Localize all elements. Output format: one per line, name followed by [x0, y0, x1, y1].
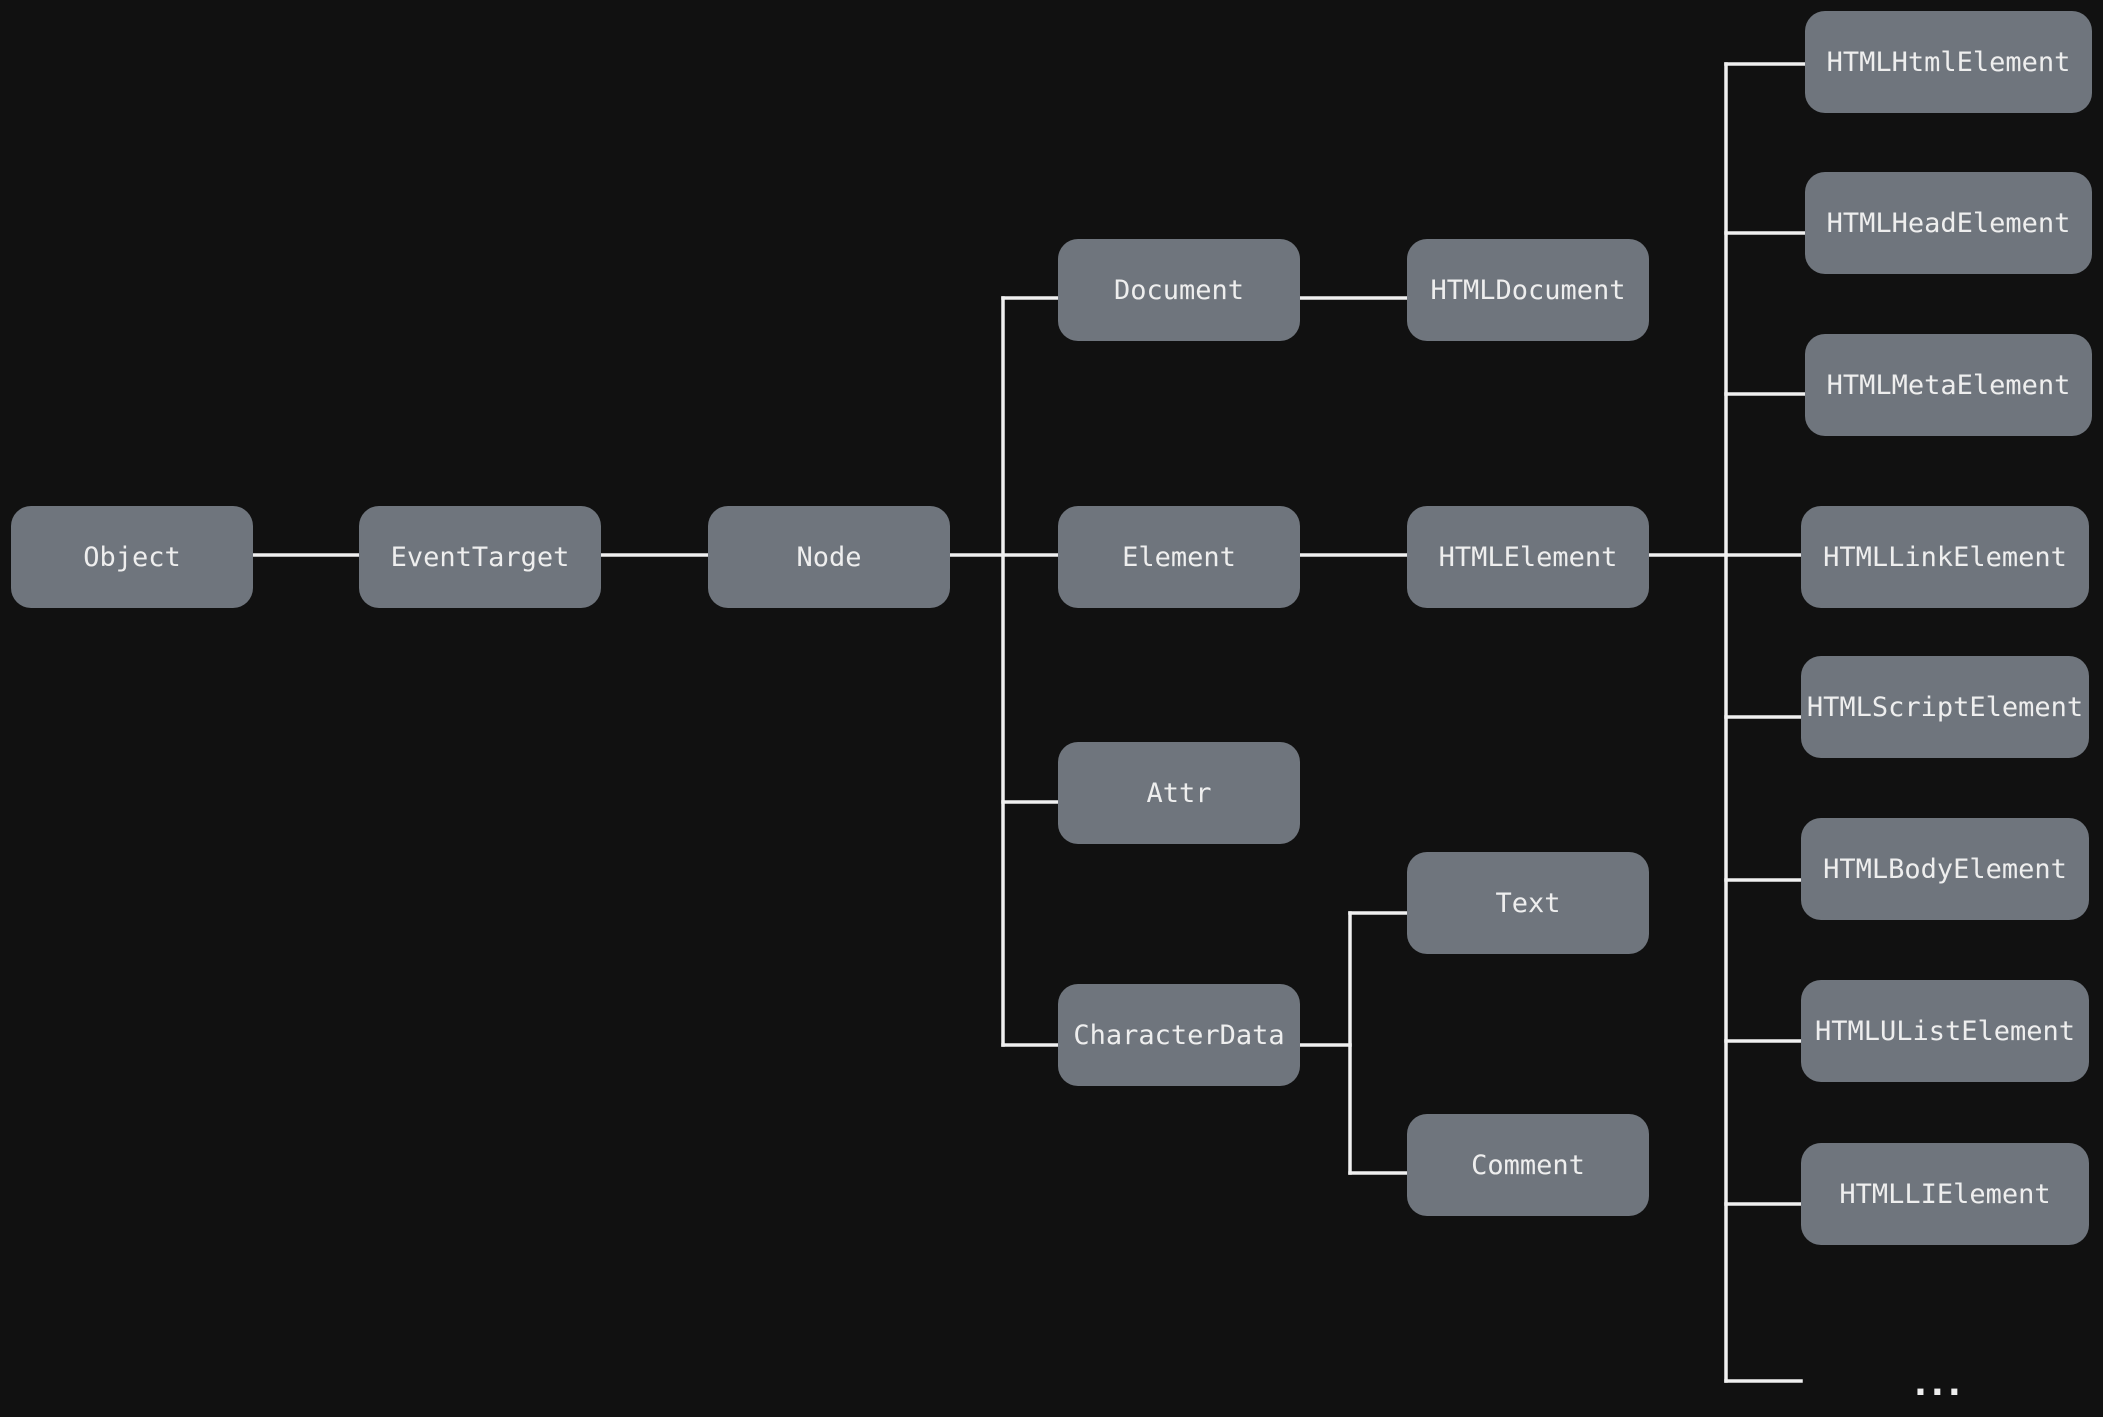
node-eventtarget: EventTarget: [359, 506, 601, 608]
node-attr: Attr: [1058, 742, 1300, 844]
more-indicator: ...: [1914, 1364, 1965, 1404]
node-comment: Comment: [1407, 1114, 1649, 1216]
node-text: Text: [1407, 852, 1649, 954]
node-htmlelement: HTMLElement: [1407, 506, 1649, 608]
node-htmllinkelement: HTMLLinkElement: [1801, 506, 2089, 608]
node-htmlscriptelement: HTMLScriptElement: [1801, 656, 2089, 758]
node-element: Element: [1058, 506, 1300, 608]
node-node: Node: [708, 506, 950, 608]
node-htmllielement: HTMLLIElement: [1801, 1143, 2089, 1245]
node-htmlheadelement: HTMLHeadElement: [1805, 172, 2092, 274]
node-htmlhtmlelement: HTMLHtmlElement: [1805, 11, 2092, 113]
node-htmlmetaelement: HTMLMetaElement: [1805, 334, 2092, 436]
node-htmlbodyelement: HTMLBodyElement: [1801, 818, 2089, 920]
node-htmldocument: HTMLDocument: [1407, 239, 1649, 341]
node-characterdata: CharacterData: [1058, 984, 1300, 1086]
connector-lines: [251, 62, 1807, 1383]
node-document: Document: [1058, 239, 1300, 341]
node-htmlulistelement: HTMLUListElement: [1801, 980, 2089, 1082]
node-object: Object: [11, 506, 253, 608]
